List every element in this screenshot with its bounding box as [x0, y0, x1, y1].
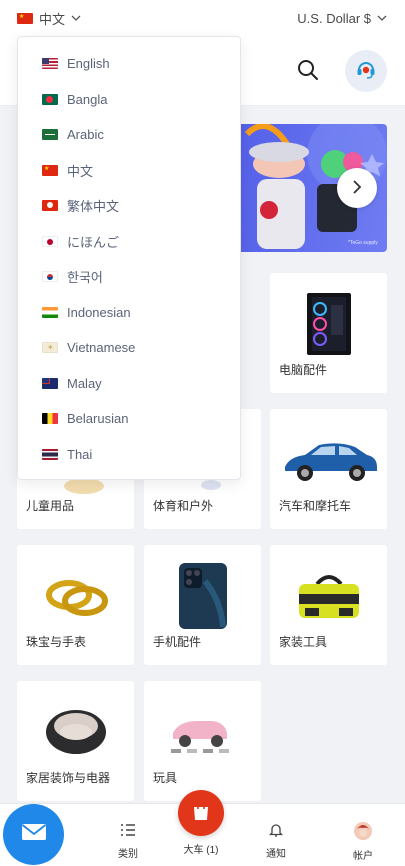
language-option-japanese[interactable]: にほんご	[18, 224, 240, 260]
belgium-flag-icon	[42, 413, 58, 425]
saudi-flag-icon	[42, 129, 58, 141]
language-option-label: Malay	[67, 375, 102, 391]
nav-item-cart[interactable]: 大车 (1)	[176, 841, 226, 856]
car-image	[270, 421, 387, 499]
pc-case-image	[270, 285, 387, 363]
malaysia-flag-icon	[42, 377, 58, 389]
language-option-vietnamese[interactable]: ✶ Vietnamese	[18, 330, 240, 366]
language-option-belarusian[interactable]: Belarusian	[18, 401, 240, 437]
language-option-chinese[interactable]: ★ 中文	[18, 153, 240, 189]
category-label: 汽车和摩托车	[279, 499, 352, 513]
nav-item-categories[interactable]: 类别	[103, 822, 153, 860]
envelope-icon	[21, 823, 47, 846]
mail-floating-button[interactable]	[3, 804, 64, 865]
category-card-jewelry-watches[interactable]: 珠宝与手表	[17, 545, 134, 665]
banner-next-button[interactable]	[337, 168, 377, 208]
shopping-bag-icon	[191, 800, 211, 827]
nav-item-notifications[interactable]: 通知	[251, 822, 301, 860]
category-label: 家居装饰与电器	[26, 771, 111, 785]
category-card-automotive[interactable]: 汽车和摩托车	[270, 409, 387, 529]
category-card-computer-parts[interactable]: 电脑配件	[270, 273, 387, 393]
banner-credit-text: *TeGo supply	[348, 240, 378, 246]
currency-selector[interactable]: U.S. Dollar $	[297, 11, 387, 26]
category-label: 电脑配件	[279, 363, 328, 377]
vietnam-flag-icon: ✶	[42, 342, 58, 354]
language-option-label: 繁体中文	[67, 199, 120, 215]
language-option-label: English	[67, 56, 110, 72]
list-icon	[120, 822, 136, 841]
toy-car-image	[144, 693, 261, 771]
language-selector[interactable]: ★ 中文	[17, 9, 81, 28]
india-flag-icon	[42, 306, 58, 318]
language-option-label: Indonesian	[67, 304, 131, 320]
language-option-english[interactable]: English	[18, 46, 240, 82]
cart-button[interactable]	[178, 790, 224, 836]
bell-icon	[268, 822, 284, 841]
language-option-label: Arabic	[67, 127, 104, 143]
category-card-home-decor-appliances[interactable]: 家居装饰与电器	[17, 681, 134, 801]
nav-item-label: 通知	[266, 849, 286, 860]
support-headset-button[interactable]	[345, 50, 387, 92]
category-card-toys[interactable]: 玩具	[144, 681, 261, 801]
language-option-malay[interactable]: Malay	[18, 366, 240, 402]
language-option-label: 한국어	[67, 270, 103, 286]
korea-flag-icon	[42, 271, 58, 283]
nav-item-label: 帐户	[353, 851, 373, 862]
chevron-right-icon	[352, 178, 362, 199]
avatar	[354, 822, 372, 843]
chevron-down-icon	[71, 13, 81, 24]
category-label: 体育和户外	[153, 499, 214, 513]
search-icon[interactable]	[296, 58, 320, 82]
nav-item-label: 类别	[118, 849, 138, 860]
language-option-label: 中文	[67, 163, 94, 179]
japan-flag-icon	[42, 235, 58, 247]
category-card-phone-accessories[interactable]: 手机配件	[144, 545, 261, 665]
language-option-label: Vietnamese	[67, 340, 136, 356]
language-dropdown-menu: English Bangla Arabic ★ 中文 繁体中文 にほんご 한국어…	[17, 36, 241, 480]
hong-kong-flag-icon	[42, 200, 58, 212]
category-label: 家装工具	[279, 635, 328, 649]
smartphone-image	[144, 557, 261, 635]
nav-item-label: 大车 (1)	[183, 845, 219, 856]
thailand-flag-icon	[42, 448, 58, 460]
category-card-home-tools[interactable]: 家装工具	[270, 545, 387, 665]
language-option-korean[interactable]: 한국어	[18, 259, 240, 295]
language-option-label: にほんご	[67, 234, 120, 250]
currency-label: U.S. Dollar $	[297, 10, 371, 26]
category-label: 珠宝与手表	[26, 635, 87, 649]
language-option-traditional-chinese[interactable]: 繁体中文	[18, 188, 240, 224]
language-option-indonesian[interactable]: Indonesian	[18, 295, 240, 331]
language-option-label: Belarusian	[67, 411, 129, 427]
chevron-down-icon	[377, 13, 387, 24]
china-flag-icon: ★	[17, 12, 33, 24]
category-label: 儿童用品	[26, 499, 75, 513]
language-option-label: Thai	[67, 446, 93, 462]
category-label: 手机配件	[153, 635, 202, 649]
category-label: 玩具	[153, 771, 178, 785]
language-option-arabic[interactable]: Arabic	[18, 117, 240, 153]
us-flag-icon	[42, 58, 58, 70]
china-flag-icon: ★	[42, 164, 58, 176]
language-option-thai[interactable]: Thai	[18, 437, 240, 473]
round-chair-image	[17, 693, 134, 771]
bangladesh-flag-icon	[42, 93, 58, 105]
headset-icon	[355, 58, 377, 85]
top-bar: ★ 中文 U.S. Dollar $	[0, 0, 405, 36]
nav-item-account[interactable]: 帐户	[338, 822, 388, 862]
language-selector-label: 中文	[39, 11, 66, 27]
gold-rings-image	[17, 557, 134, 635]
language-option-label: Bangla	[67, 91, 108, 107]
tool-bag-image	[270, 557, 387, 635]
language-option-bangla[interactable]: Bangla	[18, 82, 240, 118]
